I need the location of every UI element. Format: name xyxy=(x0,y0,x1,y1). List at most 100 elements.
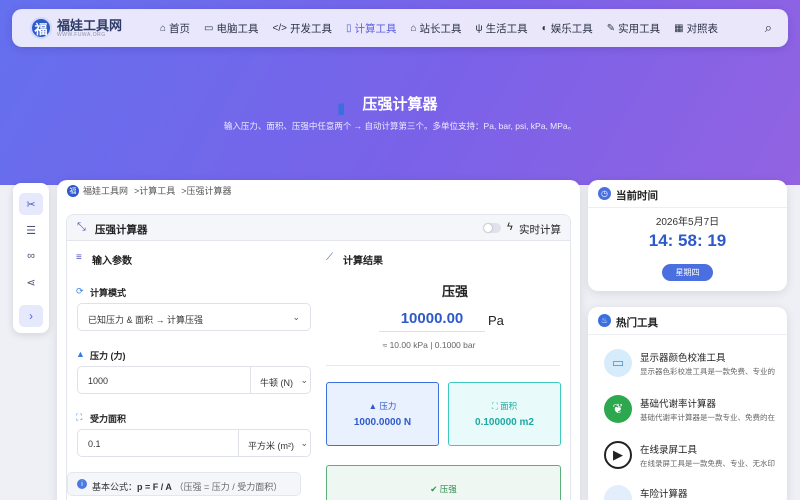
share-icon[interactable]: ⋖ xyxy=(19,271,43,293)
leaf-icon: ❦ xyxy=(604,395,632,423)
hot-tool-item[interactable]: ▬ 车险计算器 xyxy=(604,483,787,500)
screen-record-icon: ▶ xyxy=(604,441,632,469)
clock-icon: ◷ xyxy=(598,187,611,200)
chevron-right-icon[interactable]: › xyxy=(19,305,43,327)
hot-tools-title: 热门工具 xyxy=(616,317,658,329)
result-divider xyxy=(326,365,560,366)
nav-label: 实用工具 xyxy=(618,22,661,35)
page-title: 压强计算器 xyxy=(362,96,438,113)
nav-item-computer-tools[interactable]: ▭ 电脑工具 xyxy=(204,21,258,36)
bolt-icon: ϟ xyxy=(507,221,513,233)
utensils-icon: ψ xyxy=(475,22,483,34)
site-logo[interactable]: 福 福娃工具网 WWW.FUWA.ORG xyxy=(30,17,140,39)
tool-name: 在线录屏工具 xyxy=(640,445,698,456)
weight-icon: ▲ xyxy=(76,349,85,359)
result-equivalents: ≈ 10.00 kPa | 0.1000 bar xyxy=(382,340,476,350)
breadcrumb-current: >压强计算器 xyxy=(181,186,232,196)
nav-item-utility-tools[interactable]: ✎ 实用工具 xyxy=(607,21,660,36)
nav-label: 娱乐工具 xyxy=(550,22,593,35)
force-label: 压力 (力) xyxy=(90,351,126,361)
hot-tool-item[interactable]: ▶ 在线录屏工具 在线录屏工具是一款免费、专业、无水印 xyxy=(604,439,787,479)
hot-tool-item[interactable]: ▭ 显示器颜色校准工具 显示器色彩校准工具是一款免费、专业的 xyxy=(604,347,787,387)
car-icon: ▬ xyxy=(604,485,632,500)
time-widget: ◷ 当前时间 2026年5月7日 14: 58: 19 星期四 xyxy=(588,180,787,291)
sliders-icon: ≡ xyxy=(76,252,82,263)
tool-desc: 基础代谢率计算器是一款专业、免费的在 xyxy=(640,413,775,422)
nav-item-reference-tables[interactable]: ▦ 对照表 xyxy=(674,21,718,36)
area-unit-select[interactable]: 平方米 (m²) ⌄ xyxy=(238,430,312,456)
area-card-label: ⛶ 面积 xyxy=(491,401,518,411)
home-logo-icon: 福 xyxy=(67,184,79,197)
logo-icon: 福 xyxy=(30,17,52,39)
force-card-label: ▲ 压力 xyxy=(368,401,397,411)
tool-name: 车险计算器 xyxy=(640,489,688,500)
wrench-icon: ✎ xyxy=(606,22,616,34)
chevron-down-icon: ⌄ xyxy=(300,375,308,385)
expand-icon: ⛶ xyxy=(76,412,83,422)
mode-label: 计算模式 xyxy=(90,288,127,298)
result-section-title: 计算结果 xyxy=(343,256,383,267)
breadcrumb: 福 福娃工具网 >计算工具 >压强计算器 xyxy=(67,184,238,197)
area-result-card: ⛶ 面积 0.100000 m2 xyxy=(448,382,561,446)
nav-item-life-tools[interactable]: ψ 生活工具 xyxy=(476,21,528,36)
area-card-value: 0.100000 m2 xyxy=(475,417,534,428)
site-name: 福娃工具网 xyxy=(57,17,123,33)
formula-expression: p = F / A xyxy=(137,482,172,492)
force-input-group: 1000 牛顿 (N) ⌄ xyxy=(77,366,311,394)
store-icon: ⌂ xyxy=(410,22,417,34)
tool-desc: 在线录屏工具是一款免费、专业、无水印 xyxy=(640,459,775,468)
link-icon[interactable]: ∞ xyxy=(19,245,43,267)
input-section-title: 输入参数 xyxy=(92,256,132,267)
area-input[interactable]: 0.1 xyxy=(88,439,101,449)
formula-prefix: 基本公式： xyxy=(92,482,138,492)
hot-tools-header: ♨ 热门工具 xyxy=(588,307,787,335)
info-icon: i xyxy=(77,479,87,489)
realtime-toggle[interactable] xyxy=(483,223,501,233)
home-icon: ⌂ xyxy=(160,22,167,34)
calculator-title: 压强计算器 xyxy=(95,224,148,236)
side-toolbar: ✂ ☰ ∞ ⋖ › xyxy=(13,183,49,333)
area-unit: 平方米 (m²) xyxy=(248,441,294,451)
nav-item-dev-tools[interactable]: </> 开发工具 xyxy=(273,21,332,36)
current-time: 14: 58: 19 xyxy=(648,231,727,250)
compress-icon: ⤡ xyxy=(77,221,86,233)
hot-tools-widget: ♨ 热门工具 ▭ 显示器颜色校准工具 显示器色彩校准工具是一款免费、专业的 ❦ … xyxy=(588,307,787,500)
tools-icon[interactable]: ✂ xyxy=(19,193,43,215)
code-icon: </> xyxy=(272,22,287,34)
force-card-value: 1000.0000 N xyxy=(353,417,412,428)
nav-item-home[interactable]: ⌂ 首页 xyxy=(160,21,190,36)
list-icon[interactable]: ☰ xyxy=(19,219,43,241)
mode-select[interactable]: 已知压力 & 面积 → 计算压强 ⌄ xyxy=(77,303,311,331)
breadcrumb-section[interactable]: >计算工具 xyxy=(134,184,175,197)
nav-item-webmaster-tools[interactable]: ⌂ 站长工具 xyxy=(410,21,461,36)
force-result-card: ▲ 压力 1000.0000 N xyxy=(326,382,439,446)
nav-item-fun-tools[interactable]: ◐ 娱乐工具 xyxy=(542,21,593,36)
force-input[interactable]: 1000 xyxy=(88,376,108,386)
tool-desc: 显示器色彩校准工具是一款免费、专业的 xyxy=(640,367,775,376)
nav-label: 电脑工具 xyxy=(216,22,259,35)
mode-value: 已知压力 & 面积 → 计算压强 xyxy=(88,315,204,325)
hot-tool-item[interactable]: ❦ 基础代谢率计算器 基础代谢率计算器是一款专业、免费的在 xyxy=(604,393,787,433)
breadcrumb-home[interactable]: 福娃工具网 xyxy=(83,184,128,197)
pressure-card-label: ✔ 压强 xyxy=(430,484,457,494)
nav-item-calc-tools[interactable]: ▯ 计算工具 xyxy=(346,21,397,36)
search-icon[interactable]: ⌕ xyxy=(765,20,772,36)
nav-label: 站长工具 xyxy=(419,22,462,35)
calculator-header: ⤡ 压强计算器 ϟ 实时计算 xyxy=(67,215,570,241)
chevron-down-icon: ⌄ xyxy=(300,438,308,448)
tool-name: 基础代谢率计算器 xyxy=(640,399,717,410)
force-unit-select[interactable]: 牛顿 (N) ⌄ xyxy=(250,367,312,393)
calculator-icon: ▯ xyxy=(345,22,352,34)
nav-label: 首页 xyxy=(169,22,191,35)
computer-icon: ▭ xyxy=(204,22,214,34)
weekday-badge: 星期四 xyxy=(662,264,713,281)
monitor-icon: ▭ xyxy=(604,349,632,377)
check-circle-icon: ✔ xyxy=(430,484,440,494)
weight-icon: ▲ xyxy=(368,401,380,411)
nav-label: 生活工具 xyxy=(485,22,528,35)
main-nav: ⌂ 首页 ▭ 电脑工具 </> 开发工具 ▯ 计算工具 ⌂ 站长工具 ψ 生活工具 ◐ 娱乐工… xyxy=(160,21,732,36)
formula-explanation: （压强 = 压力 / 受力面积） xyxy=(174,482,283,492)
formula-note: i 基本公式：p = F / A （压强 = 压力 / 受力面积） xyxy=(67,472,301,496)
result-title: 压强 xyxy=(442,284,469,299)
site-url: WWW.FUWA.ORG xyxy=(57,31,106,38)
